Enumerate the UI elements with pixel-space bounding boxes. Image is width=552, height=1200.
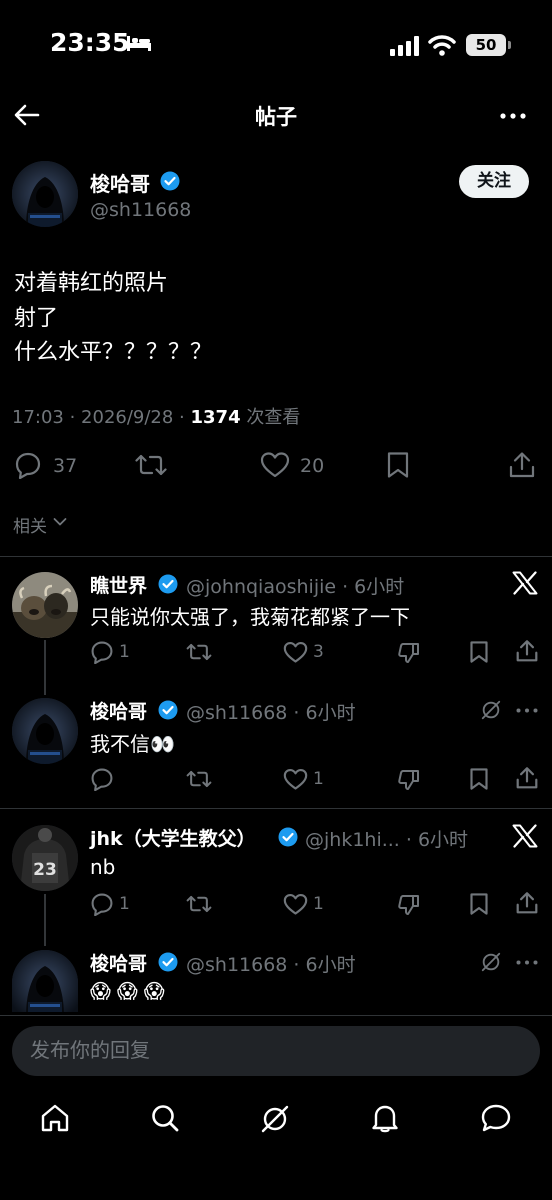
reply-text: 只能说你太强了，我菊花都紧了一下 <box>90 605 410 629</box>
reply-avatar[interactable]: 23 <box>12 825 78 891</box>
sleep-mode-icon <box>126 34 152 52</box>
reply-handle-time: @sh11668 · 6小时 <box>186 702 356 724</box>
reply-avatar[interactable] <box>12 572 78 638</box>
like-heart-icon[interactable] <box>283 768 308 791</box>
home-icon[interactable] <box>40 1103 70 1133</box>
verified-badge-icon <box>158 700 178 720</box>
reply-input[interactable] <box>30 1038 510 1062</box>
reply-author-name[interactable]: 梭哈哥 <box>90 949 147 976</box>
reply-composer[interactable] <box>12 1026 540 1076</box>
verified-badge-icon <box>158 952 178 972</box>
verified-badge-icon <box>160 171 180 191</box>
grok-icon[interactable] <box>480 951 502 973</box>
reply-text: nb <box>90 855 116 879</box>
views-label: 次查看 <box>240 407 301 428</box>
notifications-bell-icon[interactable] <box>371 1103 399 1133</box>
post-text-line: 什么水平？？？？？ <box>14 340 213 365</box>
like-heart-icon[interactable] <box>283 893 308 916</box>
post-meta: 17:03 · 2026/9/28 · 1374 次查看 <box>12 403 300 429</box>
divider <box>0 556 552 557</box>
reply-count: 37 <box>53 455 78 477</box>
dislike-icon[interactable] <box>397 893 421 917</box>
more-options-icon[interactable] <box>516 960 538 965</box>
like-heart-icon[interactable] <box>260 451 290 479</box>
jersey-number: 23 <box>33 860 57 880</box>
cellular-signal-icon <box>390 36 420 56</box>
chevron-down-icon[interactable] <box>53 517 67 527</box>
share-icon[interactable] <box>509 451 535 479</box>
reply-text: 😱😱😱 <box>90 979 171 1003</box>
x-logo-icon <box>512 824 538 848</box>
like-heart-icon[interactable] <box>283 641 308 664</box>
verified-badge-icon <box>278 827 298 847</box>
grok-icon[interactable] <box>480 699 502 721</box>
more-options-icon[interactable] <box>500 113 526 119</box>
divider <box>0 808 552 809</box>
status-time: 23:35 <box>50 28 130 57</box>
like-count: 20 <box>300 455 325 477</box>
battery-indicator: 50 <box>466 34 506 56</box>
messages-icon[interactable] <box>480 1103 512 1133</box>
thread-line <box>44 894 46 946</box>
reply-handle-time: @jhk1hi... · 6小时 <box>305 829 469 851</box>
repost-icon[interactable] <box>186 641 212 663</box>
follow-button[interactable]: 关注 <box>459 165 529 198</box>
bookmark-icon[interactable] <box>469 892 489 916</box>
reply-author-name[interactable]: 瞧世界 <box>90 571 147 598</box>
reply-avatar[interactable] <box>12 950 78 1012</box>
reply-count: 1 <box>119 642 130 662</box>
battery-cap <box>508 41 511 49</box>
bookmark-icon[interactable] <box>469 767 489 791</box>
dislike-icon[interactable] <box>397 768 421 792</box>
x-logo-icon <box>512 571 538 595</box>
post-text-line: 对着韩红的照片 <box>14 271 169 296</box>
page-title: 帖子 <box>255 105 297 129</box>
thread-line <box>44 640 46 695</box>
reply-icon[interactable] <box>90 767 114 791</box>
bookmark-icon[interactable] <box>469 640 489 664</box>
author-avatar[interactable] <box>12 161 78 227</box>
post-text-line: 射了 <box>14 306 59 331</box>
search-icon[interactable] <box>150 1103 180 1133</box>
bookmark-icon[interactable] <box>386 451 410 479</box>
verified-badge-icon <box>158 574 178 594</box>
reply-icon[interactable] <box>14 451 42 479</box>
reply-author-name[interactable]: jhk（大学生教父） <box>90 824 256 851</box>
reply-handle-time: @sh11668 · 6小时 <box>186 954 356 976</box>
share-icon[interactable] <box>516 891 538 915</box>
reply-icon[interactable] <box>90 892 114 916</box>
reply-text: 我不信👀 <box>90 732 175 756</box>
author-name[interactable]: 梭哈哥 <box>90 168 150 197</box>
author-handle[interactable]: @sh11668 <box>90 199 191 221</box>
related-toggle[interactable]: 相关 <box>13 512 47 537</box>
more-options-icon[interactable] <box>516 708 538 713</box>
reply-author-name[interactable]: 梭哈哥 <box>90 697 147 724</box>
like-count: 1 <box>313 894 324 914</box>
reply-count: 1 <box>119 894 130 914</box>
repost-icon[interactable] <box>186 893 212 915</box>
reply-handle-time: @johnqiaoshijie · 6小时 <box>186 576 405 598</box>
reply-avatar[interactable] <box>12 698 78 764</box>
like-count: 3 <box>313 642 324 662</box>
repost-icon[interactable] <box>135 451 167 479</box>
reply-icon[interactable] <box>90 640 114 664</box>
repost-icon[interactable] <box>186 768 212 790</box>
grok-icon[interactable] <box>259 1103 291 1135</box>
wifi-icon <box>428 34 456 56</box>
dislike-icon[interactable] <box>397 641 421 665</box>
divider <box>0 1015 552 1016</box>
share-icon[interactable] <box>516 766 538 790</box>
like-count: 1 <box>313 769 324 789</box>
post-timestamp: 17:03 · 2026/9/28 · <box>12 407 191 428</box>
view-count: 1374 <box>190 407 241 428</box>
share-icon[interactable] <box>516 639 538 663</box>
